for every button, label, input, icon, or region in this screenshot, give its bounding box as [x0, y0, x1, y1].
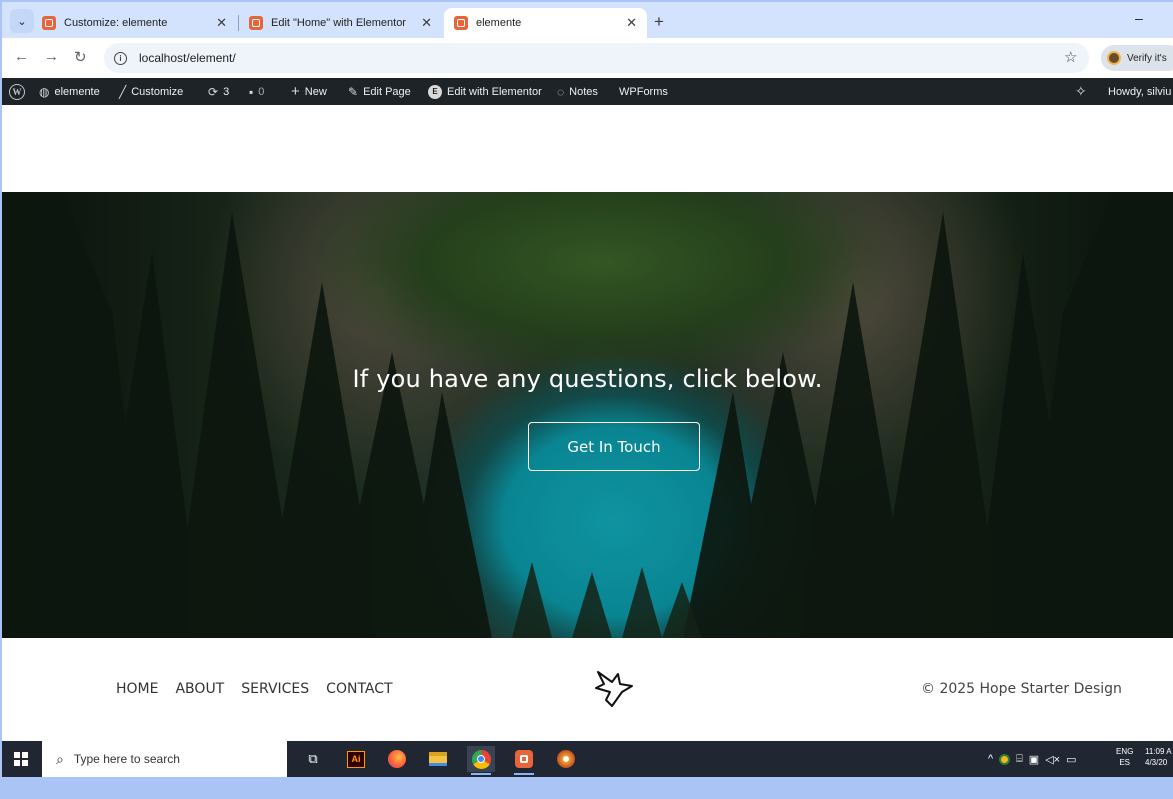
tab-close-icon[interactable]: ✕	[216, 15, 227, 31]
site-info-icon[interactable]: i	[114, 51, 127, 65]
admin-notes[interactable]: ◌ Notes	[557, 78, 598, 105]
edit-with-elementor-label: Edit with Elementor	[447, 85, 542, 98]
hero-section: If you have any questions, click below. …	[2, 192, 1173, 638]
page-viewport: If you have any questions, click below. …	[2, 105, 1173, 741]
edit-page-label: Edit Page	[363, 85, 411, 98]
elementor-app-icon[interactable]	[510, 746, 538, 775]
bookmark-star-icon[interactable]: ☆	[1064, 48, 1077, 66]
admin-updates[interactable]: ⟳ 3	[208, 78, 229, 105]
elementor-favicon-icon	[249, 16, 263, 30]
search-placeholder: Type here to search	[73, 752, 180, 766]
taskbar-search-input[interactable]: ⌕ Type here to search	[42, 741, 287, 777]
yellow-app-tray-icon[interactable]	[999, 753, 1011, 765]
tab-label: Customize: elemente	[64, 17, 168, 29]
admin-edit-with-elementor[interactable]: E Edit with Elementor	[428, 78, 542, 105]
url-text: localhost/element/	[139, 51, 236, 65]
search-icon: ⌕	[56, 750, 64, 767]
footer-link-home[interactable]: HOME	[116, 681, 158, 697]
tab-elemente[interactable]: elemente ✕	[444, 8, 647, 38]
sparkle-icon: ✧	[1075, 83, 1087, 99]
forward-arrow-icon[interactable]: →	[44, 48, 59, 65]
speech-bubble-icon: ◌	[557, 84, 565, 99]
new-label: New	[304, 85, 327, 98]
notification-icon[interactable]: ▭	[1066, 753, 1076, 766]
tab-close-icon[interactable]: ✕	[421, 15, 432, 31]
admin-ai-sparkle[interactable]: ✧	[1075, 78, 1092, 105]
tab-close-icon[interactable]: ✕	[626, 15, 637, 31]
misc-app-icon[interactable]	[552, 746, 580, 772]
illustrator-icon[interactable]: Ai	[342, 746, 370, 772]
elementor-icon: E	[428, 84, 442, 99]
windows-start-icon[interactable]	[14, 752, 28, 766]
admin-account[interactable]: Howdy, silviu	[1108, 78, 1171, 105]
speaker-muted-icon[interactable]: ◁×	[1045, 753, 1060, 766]
pencil-icon: ✎	[348, 84, 359, 99]
tab-edit-home[interactable]: Edit "Home" with Elementor ✕	[239, 8, 442, 38]
firefox-icon[interactable]	[383, 746, 411, 772]
elementor-favicon-icon	[42, 16, 56, 30]
hero-heading: If you have any questions, click below.	[352, 365, 823, 393]
admin-site-name[interactable]: ◍ elemente	[39, 78, 100, 105]
copyright-text: © 2025 Hope Starter Design	[921, 681, 1122, 697]
lang-line-2: ES	[1119, 758, 1130, 767]
brush-icon: ╱	[119, 84, 127, 99]
clock-time: 11:09 A	[1145, 747, 1172, 756]
wpforms-label: WPForms	[619, 85, 668, 98]
howdy-label: Howdy, silviu	[1108, 85, 1172, 98]
customize-label: Customize	[131, 85, 184, 98]
profile-chip[interactable]: Verify it's	[1101, 45, 1173, 71]
address-bar[interactable]: i localhost/element/	[104, 43, 1089, 73]
avatar	[1107, 51, 1121, 65]
chrome-icon[interactable]	[467, 746, 495, 775]
tab-label: elemente	[476, 17, 522, 29]
new-tab-button[interactable]: +	[654, 12, 664, 32]
wp-admin-bar: W ◍ elemente ╱ Customize ⟳ 3 ▪ 0 + New ✎…	[2, 78, 1173, 105]
footer-link-services[interactable]: SERVICES	[241, 681, 309, 697]
tab-search-button[interactable]: ⌄	[10, 9, 34, 33]
footer-link-contact[interactable]: CONTACT	[326, 681, 392, 697]
language-indicator[interactable]: ENG ES	[1116, 746, 1133, 768]
tab-label: Edit "Home" with Elementor	[271, 17, 406, 29]
minimize-window-button[interactable]: –	[1135, 10, 1143, 26]
meet-now-icon[interactable]: ▣	[1029, 753, 1039, 766]
dashboard-icon: ◍	[39, 84, 50, 99]
profile-label: Verify it's	[1127, 52, 1167, 64]
site-footer: HOME ABOUT SERVICES CONTACT © 2025 Hope …	[2, 638, 1173, 741]
get-in-touch-button[interactable]: Get In Touch	[528, 422, 700, 471]
wordpress-logo-icon: W	[9, 83, 25, 100]
admin-customize[interactable]: ╱ Customize	[119, 78, 183, 105]
windows-taskbar: ⌕ Type here to search ⧉ Ai ^ ⌸ ▣ ◁× ▭ EN…	[2, 741, 1173, 777]
elementor-favicon-icon	[454, 16, 468, 30]
taskbar-clock[interactable]: 11:09 A 4/3/20	[1145, 746, 1172, 768]
lang-line-1: ENG	[1116, 747, 1134, 756]
updates-count: 3	[223, 85, 230, 98]
admin-new[interactable]: + New	[291, 78, 327, 105]
clipboard-icon[interactable]: ⌸	[1016, 753, 1023, 766]
clock-date: 4/3/20	[1145, 758, 1168, 767]
task-view-icon[interactable]: ⧉	[299, 746, 327, 772]
browser-toolbar: ← → ↻ i localhost/element/ ☆ Verify it's	[2, 38, 1173, 78]
wordpress-logo-button[interactable]: W	[9, 78, 25, 105]
plus-icon: +	[291, 83, 300, 100]
reload-icon[interactable]: ↻	[74, 48, 87, 66]
notes-label: Notes	[569, 85, 598, 98]
admin-wpforms[interactable]: WPForms	[619, 78, 668, 105]
updates-icon: ⟳	[208, 84, 219, 99]
bird-logo-icon[interactable]	[592, 668, 636, 710]
admin-comments[interactable]: ▪ 0	[249, 78, 264, 105]
comment-icon: ▪	[249, 84, 254, 99]
comments-count: 0	[258, 85, 265, 98]
footer-nav: HOME ABOUT SERVICES CONTACT	[116, 681, 393, 697]
system-tray: ^ ⌸ ▣ ◁× ▭	[988, 741, 1076, 777]
chevron-up-icon[interactable]: ^	[988, 753, 993, 765]
file-explorer-icon[interactable]	[424, 746, 452, 772]
site-name-label: elemente	[54, 85, 100, 98]
screen-bottom-band	[0, 777, 1173, 799]
footer-link-about[interactable]: ABOUT	[175, 681, 224, 697]
admin-edit-page[interactable]: ✎ Edit Page	[348, 78, 411, 105]
browser-tab-strip: ⌄ Customize: elemente ✕ Edit "Home" with…	[2, 2, 1173, 38]
back-arrow-icon[interactable]: ←	[14, 48, 29, 65]
hero-overlay	[2, 192, 1173, 638]
tab-customize[interactable]: Customize: elemente ✕	[32, 8, 237, 38]
